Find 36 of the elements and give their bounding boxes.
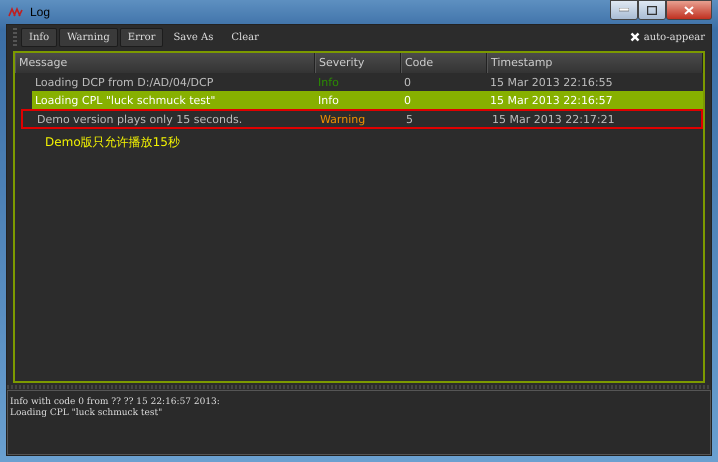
column-header[interactable]: Code bbox=[401, 53, 487, 73]
checkbox-icon[interactable] bbox=[630, 32, 640, 42]
table-cell-text: 5 bbox=[405, 112, 414, 126]
table-cell-text: 0 bbox=[403, 94, 412, 106]
minimize-button[interactable] bbox=[610, 0, 638, 20]
table-cell-text: 0 bbox=[403, 76, 412, 88]
toolbar-button[interactable]: Save As bbox=[165, 28, 222, 46]
details-line: Loading CPL "luck schmuck test" bbox=[10, 408, 164, 419]
annotation-text: Demo版只允许播放15秒 bbox=[45, 134, 181, 151]
table-cell-text: Loading DCP from D:/AD/04/DCP bbox=[34, 76, 214, 88]
table-cell-text: Info bbox=[317, 94, 340, 106]
close-icon bbox=[684, 6, 694, 14]
maximize-button[interactable] bbox=[638, 0, 666, 20]
table-cell-text: 15 Mar 2013 22:17:21 bbox=[491, 112, 616, 126]
app-logo-icon bbox=[8, 7, 24, 17]
table-cell-text: Loading CPL "luck schmuck test" bbox=[34, 94, 216, 106]
filter-button[interactable]: Warning bbox=[59, 28, 118, 46]
minimize-icon bbox=[619, 8, 629, 12]
filter-button[interactable]: Error bbox=[120, 28, 164, 46]
checkbox-label: auto-appear bbox=[644, 32, 705, 42]
column-header[interactable]: Timestamp bbox=[487, 53, 703, 73]
table-cell-text: Info bbox=[317, 76, 340, 88]
details-line: Info with code 0 from ?? ?? 15 22:16:57 2013: bbox=[10, 397, 221, 408]
highlighted-row[interactable]: Demo version plays only 15 seconds. Warning 5 15 Mar 2013 22:17:21 bbox=[21, 109, 703, 129]
window-title: Log bbox=[30, 5, 50, 19]
table-cell-text: 15 Mar 2013 22:16:57 bbox=[489, 94, 614, 106]
filter-button[interactable]: Info bbox=[21, 28, 58, 46]
table-cell-text: Warning bbox=[319, 112, 366, 126]
close-button[interactable] bbox=[666, 0, 712, 20]
table-cell-text: Demo version plays only 15 seconds. bbox=[36, 112, 244, 126]
column-header[interactable]: Message bbox=[15, 53, 315, 73]
toolbar-button[interactable]: Clear bbox=[223, 28, 267, 46]
maximize-icon bbox=[647, 6, 657, 14]
table-cell-text: 15 Mar 2013 22:16:55 bbox=[489, 76, 614, 88]
table-row[interactable]: Loading DCP from D:/AD/04/DCP Info 0 15 Mar 2013 22:16:55 bbox=[32, 73, 703, 91]
column-header[interactable]: Severity bbox=[315, 53, 401, 73]
